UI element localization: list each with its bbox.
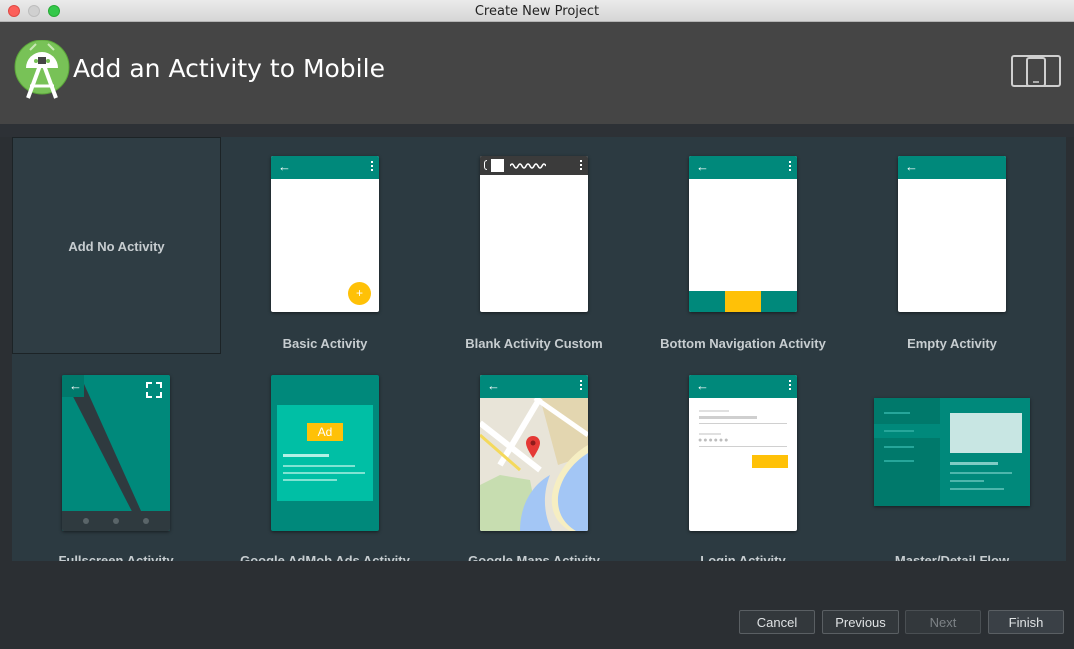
next-button[interactable]: Next <box>905 610 981 634</box>
email-hint <box>699 410 729 412</box>
header-separator <box>0 124 1074 137</box>
activity-label-basic[interactable]: Basic Activity <box>221 336 429 351</box>
back-arrow-icon: ← <box>905 159 918 174</box>
activity-label-admob[interactable]: Google AdMob Ads Activity <box>221 553 429 561</box>
window-titlebar: Create New Project <box>0 0 1074 22</box>
basic-activity-thumbnail[interactable]: ← + <box>271 156 379 312</box>
email-text <box>699 416 757 419</box>
previous-button[interactable]: Previous <box>822 610 899 634</box>
activity-label-master-detail[interactable]: Master/Detail Flow <box>848 553 1056 561</box>
back-arrow-icon: ← <box>69 378 82 393</box>
app-bar: ← <box>898 156 1006 179</box>
bracket-icon <box>484 160 487 170</box>
finish-button[interactable]: Finish <box>988 610 1064 634</box>
ad-badge: Ad <box>307 423 343 441</box>
password-underline <box>699 446 787 447</box>
back-arrow-icon: ← <box>487 378 500 393</box>
app-bar: ← <box>271 156 379 179</box>
fullscreen-diagonal-graphic <box>62 375 170 531</box>
detail-line <box>950 472 1012 474</box>
master-detail-flow-thumbnail[interactable] <box>874 398 1030 506</box>
fullscreen-activity-thumbnail[interactable]: ← <box>62 375 170 531</box>
text-line <box>283 479 337 481</box>
list-line <box>884 446 914 448</box>
activity-gallery: Add No Activity ← + Basic Activity Blank… <box>12 137 1066 561</box>
map-pin-icon <box>526 436 540 458</box>
blank-activity-custom-thumbnail[interactable] <box>480 156 588 312</box>
password-dots-icon: ●●●●●● <box>698 437 730 444</box>
wave-icon <box>510 163 546 169</box>
bottom-navigation-activity-thumbnail[interactable]: ← <box>689 156 797 312</box>
wizard-header: Add an Activity to Mobile <box>0 22 1074 124</box>
app-bar: ← <box>689 375 797 398</box>
text-line <box>283 465 355 467</box>
cancel-button[interactable]: Cancel <box>739 610 815 634</box>
detail-line <box>950 488 1004 490</box>
window-title: Create New Project <box>474 4 600 19</box>
overflow-menu-icon <box>371 161 374 173</box>
detail-title-line <box>950 462 998 465</box>
login-activity-thumbnail[interactable]: ← ●●●●●● <box>689 375 797 531</box>
wizard-footer <box>0 561 1074 649</box>
empty-activity-thumbnail[interactable]: ← <box>898 156 1006 312</box>
detail-image <box>950 413 1022 453</box>
back-arrow-icon: ← <box>278 159 291 174</box>
google-maps-activity-thumbnail[interactable]: ← <box>480 375 588 531</box>
square-icon <box>491 159 504 172</box>
back-arrow-icon: ← <box>696 159 709 174</box>
ad-content-panel: Ad <box>277 405 373 501</box>
app-bar: ← <box>689 156 797 179</box>
list-line <box>884 412 910 414</box>
fab-add-icon: + <box>348 282 371 305</box>
master-list-pane <box>874 398 940 506</box>
bottom-navigation-bar <box>689 291 797 312</box>
android-studio-logo-icon <box>14 40 70 99</box>
status-bar <box>480 156 588 175</box>
selected-nav-item <box>725 291 761 312</box>
add-no-activity-label: Add No Activity <box>68 239 165 254</box>
password-hint <box>699 433 721 435</box>
form-factor-device-icon <box>1011 55 1061 87</box>
activity-label-blank-custom[interactable]: Blank Activity Custom <box>430 336 638 351</box>
back-arrow-icon: ← <box>696 378 709 393</box>
activity-label-empty[interactable]: Empty Activity <box>848 336 1056 351</box>
overflow-menu-icon <box>789 161 792 173</box>
admob-ads-activity-thumbnail[interactable]: Ad <box>271 375 379 531</box>
add-no-activity-tile[interactable]: Add No Activity <box>12 137 221 354</box>
activity-label-bottom-navigation[interactable]: Bottom Navigation Activity <box>639 336 847 351</box>
text-line <box>283 472 365 474</box>
text-line <box>283 454 329 457</box>
email-underline <box>699 423 787 424</box>
list-line <box>884 430 914 432</box>
activity-label-fullscreen[interactable]: Fullscreen Activity <box>12 553 220 561</box>
overflow-menu-icon <box>789 380 792 392</box>
activity-label-google-maps[interactable]: Google Maps Activity <box>430 553 638 561</box>
list-line <box>884 460 914 462</box>
overflow-menu-icon <box>580 160 583 172</box>
app-bar: ← <box>480 375 588 398</box>
fullscreen-expand-icon <box>146 382 162 398</box>
sign-in-button-graphic <box>752 455 788 468</box>
page-title: Add an Activity to Mobile <box>73 54 385 83</box>
overflow-menu-icon <box>580 380 583 392</box>
activity-label-login[interactable]: Login Activity <box>639 553 847 561</box>
selected-list-item <box>874 424 940 438</box>
detail-line <box>950 480 984 482</box>
